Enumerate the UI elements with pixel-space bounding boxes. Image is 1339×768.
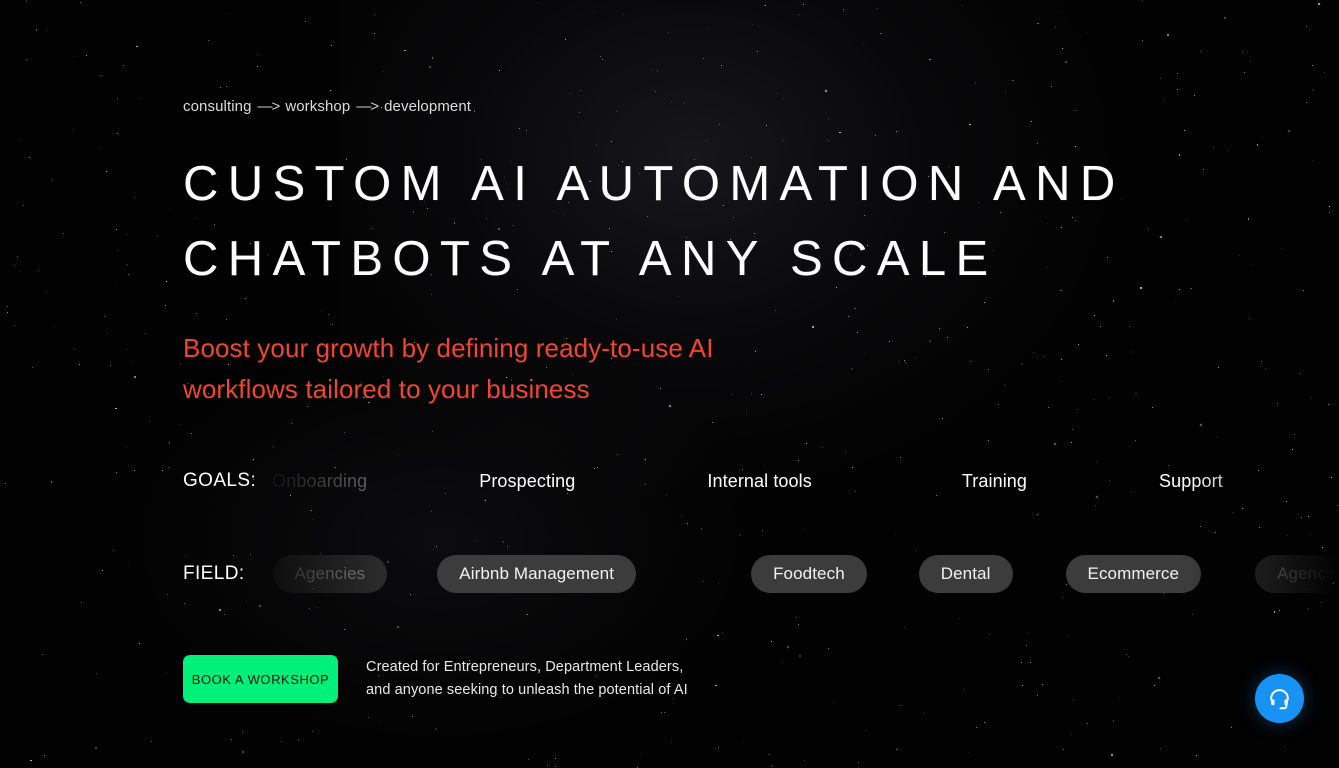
breadcrumb: consulting —> workshop —> development: [183, 98, 1339, 116]
cta-row: BOOK A WORKSHOP Created for Entrepreneur…: [183, 655, 1339, 703]
field-pill[interactable]: Foodtech: [751, 555, 867, 593]
hero-content: consulting —> workshop —> development CUSTOM…: [0, 0, 1339, 703]
field-label: FIELD:: [183, 563, 245, 584]
headset-icon: [1267, 686, 1292, 711]
page-title: CUSTOM AI AUTOMATION AND CHATBOTS AT ANY…: [183, 157, 1125, 286]
breadcrumb-separator: —>: [257, 98, 281, 115]
field-filter-row: FIELD: Agencies Airbnb Management Foodtech…: [183, 553, 1339, 595]
breadcrumb-item-consulting[interactable]: consulting: [183, 98, 252, 116]
breadcrumb-item-workshop[interactable]: workshop: [285, 98, 350, 116]
goal-item[interactable]: Training: [962, 471, 1027, 492]
goals-marquee[interactable]: Onboarding Prospecting Internal tools Train…: [256, 466, 1339, 496]
support-chat-button[interactable]: [1255, 674, 1304, 723]
book-a-workshop-button[interactable]: BOOK A WORKSHOP: [183, 655, 338, 703]
hero-subtitle: Boost your growth by defining ready-to-u…: [183, 333, 714, 404]
goal-item[interactable]: Support: [1159, 471, 1223, 492]
field-marquee[interactable]: Agencies Airbnb Management Foodtech Dental E…: [245, 553, 1339, 595]
field-pill[interactable]: Airbnb Management: [437, 555, 637, 593]
field-pill[interactable]: Agencies: [272, 555, 388, 593]
goal-item[interactable]: Internal tools: [707, 471, 811, 492]
breadcrumb-separator: —>: [356, 98, 379, 115]
goals-filter-row: GOALS: Onboarding Prospecting Internal too…: [183, 466, 1339, 496]
field-pill[interactable]: Ecommerce: [1065, 555, 1202, 593]
goals-track: Onboarding Prospecting Internal tools Train…: [256, 466, 1339, 496]
goal-item[interactable]: Onboarding: [272, 471, 367, 492]
hero-section: consulting —> workshop —> development CUSTOM…: [0, 0, 1339, 768]
goal-item[interactable]: Prospecting: [479, 471, 575, 492]
field-pill[interactable]: Agencies: [1255, 555, 1339, 593]
cta-caption: Created for Entrepreneurs, Department Le…: [366, 659, 688, 698]
field-pill[interactable]: Dental: [918, 555, 1013, 593]
breadcrumb-item-development[interactable]: development: [384, 98, 471, 116]
field-track: Agencies Airbnb Management Foodtech Dental E…: [245, 553, 1339, 595]
goals-label: GOALS:: [183, 470, 257, 491]
